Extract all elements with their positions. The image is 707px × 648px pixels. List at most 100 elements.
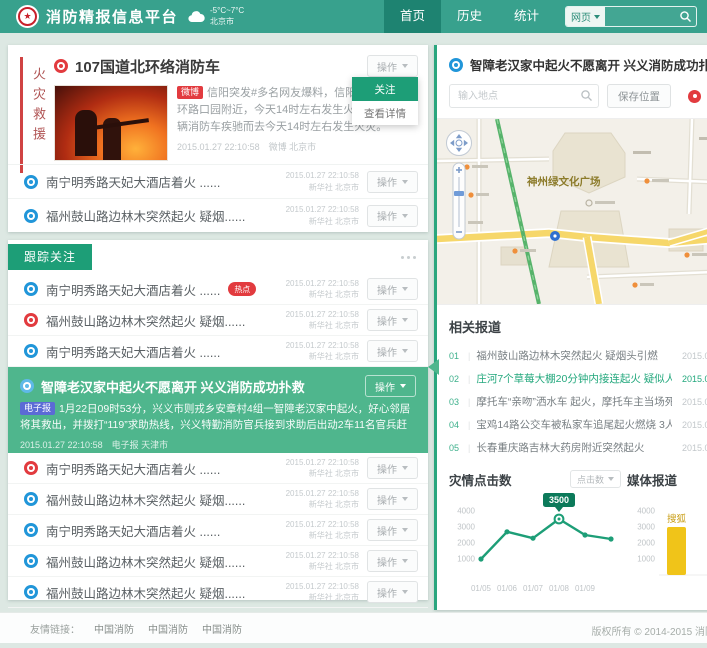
- chevron-down-icon: [402, 214, 408, 218]
- related-report-row-selected[interactable]: 02| 庄河7个草莓大棚20分钟内接连起火 疑似人为 2015.01...: [449, 367, 707, 390]
- news-row[interactable]: 南宁明秀路天妃大酒店着火 ...... 2015.01.27 22:10:58新…: [8, 515, 428, 546]
- news-row[interactable]: 南宁明秀路天妃大酒店着火 ...... 2015.01.27 22:10:58新…: [8, 453, 428, 484]
- report-date: 2015.01...: [678, 374, 707, 384]
- report-title: 庄河7个草莓大棚20分钟内接连起火 疑似人为: [476, 371, 672, 386]
- news-row[interactable]: 福州鼓山路边林木突然起火 疑烟...... 2015.01.27 22:10:5…: [8, 198, 428, 232]
- report-index: 02: [449, 374, 462, 384]
- news-title: 南宁明秀路天妃大酒店着火 ......: [46, 521, 278, 540]
- media-bar-chart: 1000200030004000搜狐网易腾讯: [627, 489, 707, 601]
- section-accent-bar: [20, 57, 23, 173]
- news-row[interactable]: 福州鼓山路边林木突然起火 疑烟...... 2015.01.27 22:10:5…: [8, 546, 428, 577]
- global-search: 网页: [565, 6, 697, 27]
- news-meta: 2015.01.27 22:10:58新华社 北京市: [286, 488, 359, 510]
- news-row[interactable]: 福州鼓山路边林木突然起火 疑烟...... 2015.01.27 22:10:5…: [8, 484, 428, 515]
- news-type-icon: [24, 523, 38, 537]
- nav-home[interactable]: 首页: [384, 0, 441, 33]
- action-button[interactable]: 操作: [365, 375, 416, 397]
- news-row[interactable]: 福州鼓山路边林木突然起火 疑烟...... 2015.01.27 22:10:5…: [8, 577, 428, 608]
- report-date: 2015.01...: [678, 420, 707, 430]
- fire-rescue-panel: 火灾救援 107国道北环络消防车 操作 关注 查看详情 微博信阳突发#多名网友爆…: [8, 45, 428, 232]
- footer-link[interactable]: 中国消防: [94, 621, 134, 636]
- action-label: 操作: [377, 59, 397, 74]
- news-row[interactable]: 南宁明秀路天妃大酒店着火 ...... 2015.01.27 22:10:58新…: [8, 164, 428, 198]
- news-type-icon: [24, 175, 38, 189]
- map-landmark-label: 神州绿文化广场: [527, 175, 601, 188]
- report-title: 摩托车“亲吻”洒水车 起火，摩托车主当场死亡: [476, 394, 672, 409]
- detail-panel: 智障老汉家中起火不愿离开 兴义消防成功扑救 保存位置: [434, 45, 707, 610]
- expanded-meta: 2015.01.27 22:10:58 电子报 天津市: [20, 438, 416, 451]
- news-meta: 2015.01.27 22:10:58新华社 北京市: [286, 457, 359, 479]
- report-date: 2015.01...: [678, 351, 707, 361]
- fire-marker-toggle[interactable]: [688, 90, 701, 103]
- clicks-chart-title: 灾情点击数: [449, 470, 512, 489]
- app-header: 消防精报信息平台 -5°C~7°C 北京市 首页 历史 统计 网页: [0, 0, 707, 33]
- action-button[interactable]: 操作: [367, 55, 418, 77]
- footer-link[interactable]: 中国消防: [202, 621, 242, 636]
- related-report-row[interactable]: 05| 长春重庆路吉林大药房附近突然起火 2015.01...: [449, 436, 707, 459]
- chevron-down-icon: [402, 64, 408, 68]
- action-button[interactable]: 操作: [367, 457, 418, 479]
- action-button[interactable]: 操作: [367, 519, 418, 541]
- map[interactable]: 神州绿文化广场: [437, 118, 707, 305]
- hot-badge: 热点: [228, 282, 256, 296]
- svg-text:2000: 2000: [637, 539, 655, 548]
- news-meta: 2015.01.27 22:10:58新华社 北京市: [286, 581, 359, 603]
- action-button[interactable]: 操作: [367, 171, 418, 193]
- news-row[interactable]: 福州鼓山路边林木突然起火 疑烟...... 2015.01.27 22:10:5…: [8, 305, 428, 336]
- clicks-metric-dropdown[interactable]: 点击数: [570, 470, 621, 488]
- related-report-row[interactable]: 01| 福州鼓山路边林木突然起火 疑烟头引燃 2015.01...: [449, 344, 707, 367]
- search-icon[interactable]: [679, 10, 692, 23]
- news-meta: 2015.01.27 22:10:58新华社 北京市: [286, 204, 359, 226]
- friend-links-label: 友情链接：: [30, 621, 80, 636]
- copyright: 版权所有 © 2014-2015 消防: [591, 623, 707, 638]
- action-button[interactable]: 操作: [367, 340, 418, 362]
- chevron-down-icon: [402, 466, 408, 470]
- news-title: 福州鼓山路边林木突然起火 疑烟......: [46, 311, 278, 330]
- action-button[interactable]: 操作: [367, 550, 418, 572]
- search-category-dropdown[interactable]: 网页: [566, 7, 605, 26]
- weather-temp: -5°C~7°C: [210, 6, 244, 17]
- more-options-icon[interactable]: [401, 256, 416, 259]
- news-row[interactable]: 南宁明秀路天妃大酒店着火 ...... 热点 2015.01.27 22:10:…: [8, 274, 428, 305]
- follow-panel-badge: 跟踪关注: [8, 244, 92, 270]
- search-icon[interactable]: [580, 89, 593, 102]
- location-search: [449, 84, 599, 108]
- nav-history[interactable]: 历史: [441, 0, 498, 33]
- svg-text:01/07: 01/07: [523, 584, 544, 593]
- map-zoom-slider[interactable]: [453, 163, 465, 239]
- cloud-icon: [188, 10, 205, 23]
- location-input[interactable]: [449, 84, 599, 108]
- search-input[interactable]: [605, 7, 675, 26]
- action-button[interactable]: 操作: [367, 278, 418, 300]
- report-date: 2015.01...: [678, 397, 707, 407]
- news-title: 南宁明秀路天妃大酒店着火 ......: [46, 280, 220, 299]
- svg-text:3000: 3000: [457, 523, 475, 532]
- news-meta: 2015.01.27 22:10:58新华社 北京市: [286, 550, 359, 572]
- expanded-title: 智障老汉家中起火不愿离开 兴义消防成功扑救: [41, 377, 358, 396]
- menu-item-details[interactable]: 查看详情: [352, 101, 418, 125]
- weather-widget: -5°C~7°C 北京市: [188, 6, 244, 28]
- follow-panel: 跟踪关注 南宁明秀路天妃大酒店着火 ...... 热点 2015.01.27 2…: [8, 240, 428, 600]
- footer-link[interactable]: 中国消防: [148, 621, 188, 636]
- news-type-icon: [54, 59, 68, 73]
- map-pan-control[interactable]: [447, 131, 472, 156]
- selected-news-expanded[interactable]: 智障老汉家中起火不愿离开 兴义消防成功扑救 操作 电子报1月22日09时53分，…: [8, 367, 428, 453]
- chevron-down-icon: [402, 349, 408, 353]
- featured-article[interactable]: 107国道北环络消防车 操作 关注 查看详情 微博信阳突发#多名网友爆料，信阳1…: [54, 55, 418, 161]
- action-button[interactable]: 操作: [367, 205, 418, 227]
- news-type-icon: [24, 209, 38, 223]
- news-row[interactable]: 南宁明秀路天妃大酒店着火 ...... 2015.01.27 22:10:58新…: [8, 336, 428, 367]
- svg-text:01/08: 01/08: [549, 584, 570, 593]
- action-button[interactable]: 操作: [367, 581, 418, 603]
- news-type-icon: [24, 585, 38, 599]
- fire-photo: [54, 85, 168, 161]
- action-button[interactable]: 操作: [367, 309, 418, 331]
- svg-text:3000: 3000: [637, 523, 655, 532]
- save-location-button[interactable]: 保存位置: [607, 84, 671, 108]
- related-report-row[interactable]: 04| 宝鸡14路公交车被私家车追尾起火燃烧 3人受伤 2015.01...: [449, 413, 707, 436]
- menu-item-follow[interactable]: 关注: [352, 77, 418, 101]
- nav-statistics[interactable]: 统计: [498, 0, 555, 33]
- action-button[interactable]: 操作: [367, 488, 418, 510]
- related-report-row[interactable]: 03| 摩托车“亲吻”洒水车 起火，摩托车主当场死亡 2015.01...: [449, 390, 707, 413]
- report-title: 长春重庆路吉林大药房附近突然起火: [476, 440, 672, 455]
